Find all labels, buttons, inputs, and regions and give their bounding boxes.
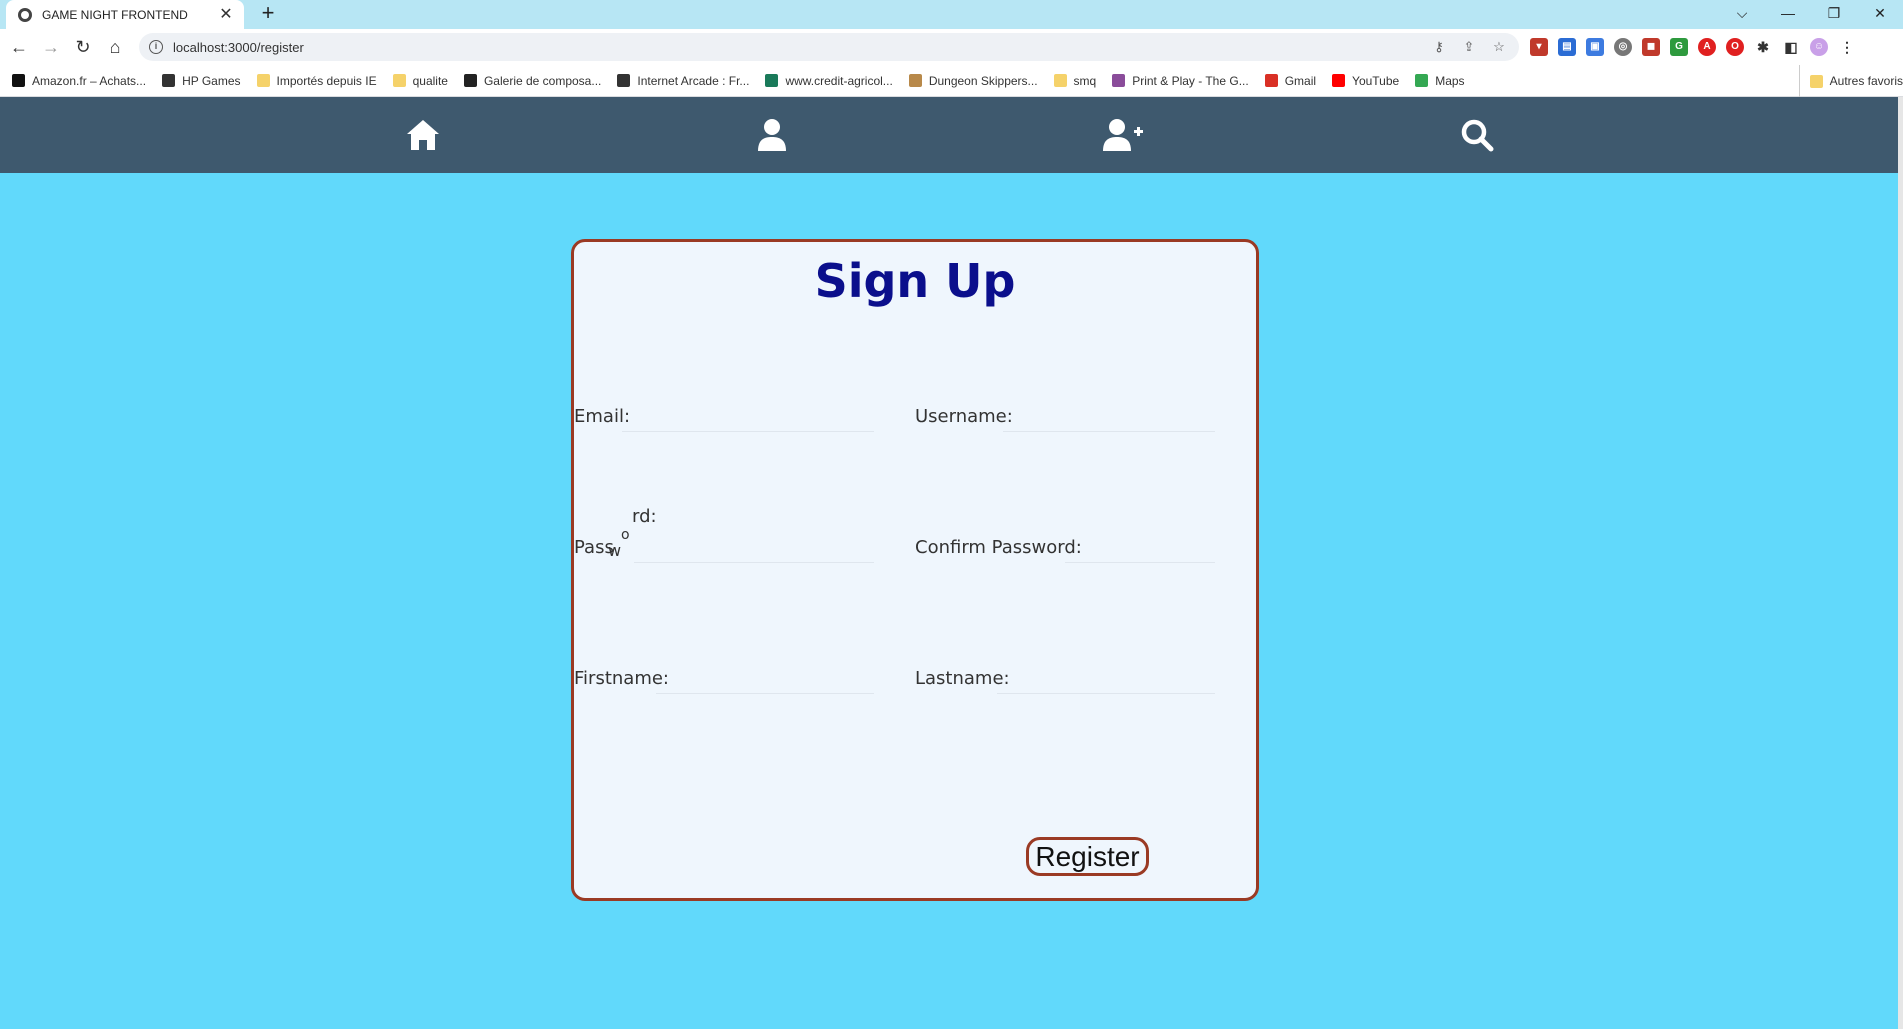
amazon-icon: [12, 74, 25, 87]
circle-extension-icon[interactable]: ◎: [1614, 38, 1632, 56]
bookmarks-bar: Amazon.fr – Achats... HP Games Importés …: [0, 65, 1903, 97]
pocket-extension-icon[interactable]: ▾: [1530, 38, 1548, 56]
register-button[interactable]: Register: [1026, 837, 1149, 876]
figma-icon: [463, 74, 477, 87]
bookmark-item[interactable]: Importés depuis IE: [256, 74, 377, 88]
firstname-field-group: Firstname:: [574, 664, 874, 694]
address-bar[interactable]: i localhost:3000/register ⚷ ⇪ ☆: [139, 33, 1519, 61]
reload-icon[interactable]: ↻: [70, 34, 96, 60]
info-icon[interactable]: i: [149, 40, 163, 54]
url-text[interactable]: localhost:3000/register: [173, 40, 1431, 55]
page-title: Sign Up: [814, 254, 1016, 308]
bookmark-item[interactable]: Internet Arcade : Fr...: [617, 74, 749, 88]
signup-card: Sign Up Email: Username: Pass w o rd: Co…: [571, 239, 1259, 901]
tab-close-icon[interactable]: ✕: [216, 5, 236, 25]
bookmark-item[interactable]: Gmail: [1264, 74, 1316, 88]
bookmark-item[interactable]: smq: [1053, 74, 1096, 88]
home-browser-icon[interactable]: ⌂: [102, 34, 128, 60]
back-arrow-icon[interactable]: ←: [6, 34, 32, 60]
browser-tab[interactable]: GAME NIGHT FRONTEND ✕: [6, 0, 244, 29]
globe-icon: [162, 74, 176, 87]
password-label-part: w: [608, 541, 622, 560]
new-tab-button[interactable]: +: [256, 2, 280, 26]
screen-extension-icon[interactable]: ▣: [1586, 38, 1604, 56]
password-label-part: o: [621, 527, 630, 543]
home-icon[interactable]: [405, 117, 441, 153]
bookmark-item[interactable]: Dungeon Skippers...: [908, 74, 1038, 88]
password-field[interactable]: [634, 533, 874, 563]
other-bookmarks[interactable]: Autres favoris: [1798, 65, 1903, 97]
lastname-label: Lastname:: [915, 668, 1010, 689]
user-plus-icon[interactable]: [1102, 117, 1144, 153]
folder-icon: [392, 74, 406, 87]
browser-toolbar: ← → ↻ ⌂ i localhost:3000/register ⚷ ⇪ ☆ …: [0, 29, 1903, 65]
bookmark-item[interactable]: YouTube: [1332, 74, 1399, 88]
close-window-button[interactable]: ✕: [1857, 0, 1903, 29]
maps-icon: [1415, 74, 1429, 87]
gmail-icon: [1264, 74, 1278, 87]
sidepanel-icon[interactable]: ◧: [1782, 38, 1800, 56]
confirm-password-field[interactable]: [1065, 533, 1215, 563]
page-scrollbar[interactable]: [1898, 97, 1903, 1029]
menu-dots-icon[interactable]: ⋮: [1838, 38, 1856, 56]
username-label: Username:: [915, 406, 1013, 427]
bookmark-item[interactable]: Galerie de composa...: [463, 74, 601, 88]
bookmark-item[interactable]: Amazon.fr – Achats...: [12, 74, 146, 88]
extensions-area: ▾ ▤ ▣ ◎ ◼ G A O ✱ ◧ ☺ ⋮: [1530, 38, 1856, 56]
app-navbar: [0, 97, 1898, 173]
opera-extension-icon[interactable]: O: [1726, 38, 1744, 56]
restore-button[interactable]: ❐: [1811, 0, 1857, 29]
folder-icon: [1053, 74, 1067, 87]
forward-arrow-icon[interactable]: →: [38, 34, 64, 60]
bookmark-item[interactable]: www.credit-agricol...: [765, 74, 893, 88]
search-icon[interactable]: [1459, 117, 1495, 153]
dice-icon: [1112, 74, 1126, 87]
youtube-icon: [1332, 74, 1346, 87]
image-extension-icon[interactable]: ◼: [1642, 38, 1660, 56]
docs-extension-icon[interactable]: ▤: [1558, 38, 1576, 56]
dungeon-icon: [908, 74, 922, 87]
green-extension-icon[interactable]: G: [1670, 38, 1688, 56]
star-icon[interactable]: ☆: [1491, 39, 1507, 55]
bookmark-item[interactable]: Maps: [1415, 74, 1465, 88]
puzzle-icon[interactable]: ✱: [1754, 38, 1772, 56]
archive-icon: [617, 74, 631, 87]
minimize-button[interactable]: —: [1765, 0, 1811, 29]
user-icon[interactable]: [754, 117, 790, 153]
username-field[interactable]: [1003, 402, 1215, 432]
tab-search-chevron-icon[interactable]: ⌵: [1719, 0, 1765, 29]
tab-title: GAME NIGHT FRONTEND: [42, 7, 188, 22]
firstname-label: Firstname:: [574, 668, 669, 689]
bookmark-item[interactable]: Print & Play - The G...: [1112, 74, 1249, 88]
key-icon[interactable]: ⚷: [1431, 39, 1447, 55]
folder-icon: [1809, 74, 1823, 88]
username-field-group: Username:: [915, 402, 1215, 432]
firstname-field[interactable]: [656, 664, 874, 694]
email-field[interactable]: [622, 402, 874, 432]
share-icon[interactable]: ⇪: [1461, 39, 1477, 55]
bookmark-item[interactable]: qualite: [392, 74, 448, 88]
globe-icon: [18, 7, 32, 22]
confirm-password-field-group: Confirm Password:: [915, 533, 1215, 563]
lastname-field-group: Lastname:: [915, 664, 1215, 694]
confirm-password-label: Confirm Password:: [915, 537, 1082, 558]
browser-tab-strip: GAME NIGHT FRONTEND ✕ + ⌵ — ❐ ✕: [0, 0, 1903, 29]
password-label-part: rd:: [632, 506, 657, 527]
profile-avatar[interactable]: ☺: [1810, 38, 1828, 56]
bookmark-item[interactable]: HP Games: [162, 74, 241, 88]
email-field-group: Email:: [574, 402, 874, 432]
bank-icon: [765, 74, 779, 87]
password-field-group: Pass w o rd:: [574, 506, 874, 563]
lastname-field[interactable]: [997, 664, 1215, 694]
window-controls: ⌵ — ❐ ✕: [1719, 0, 1903, 29]
adblock-icon[interactable]: A: [1698, 38, 1716, 56]
folder-icon: [256, 74, 270, 87]
